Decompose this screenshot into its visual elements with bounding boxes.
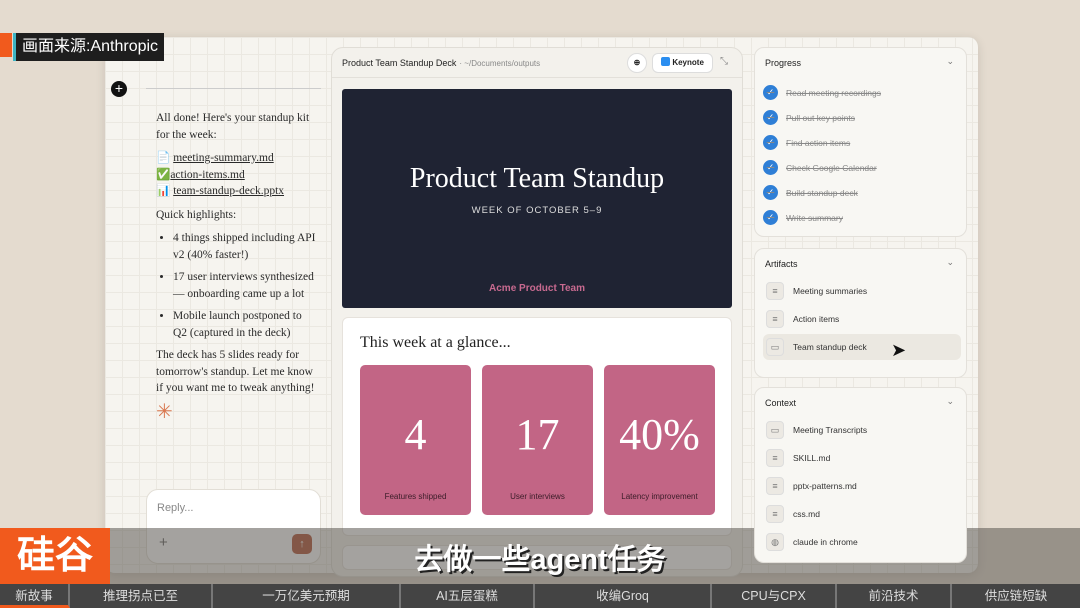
check-icon: ✓: [763, 85, 778, 100]
document-icon: ≡: [766, 310, 784, 328]
stat-card: 4 Features shipped: [360, 365, 471, 515]
ticker-item[interactable]: 收编Groq: [535, 584, 712, 608]
chevron-down-icon[interactable]: ⌄: [946, 56, 954, 67]
new-chat-button[interactable]: +: [111, 81, 127, 97]
context-item[interactable]: ≡ css.md: [763, 501, 961, 527]
title-slide: Product Team Standup WEEK OF OCTOBER 5–9…: [342, 89, 732, 308]
stat-value: 17: [515, 410, 560, 459]
slides-icon: ▭: [766, 338, 784, 356]
ticker-item[interactable]: 一万亿美元预期: [213, 584, 401, 608]
stat-label: User interviews: [510, 492, 565, 501]
file-link[interactable]: team-standup-deck.pptx: [173, 185, 284, 197]
progress-item: Pull out key points: [786, 112, 855, 123]
check-icon: ✓: [763, 135, 778, 150]
keynote-icon: [661, 57, 671, 66]
banner-accent: [0, 33, 12, 57]
ticker-item[interactable]: 供应链短缺: [952, 584, 1080, 608]
progress-item: Find action items: [786, 137, 851, 148]
slide-subtitle: WEEK OF OCTOBER 5–9: [471, 205, 603, 216]
chart-icon: 📊: [156, 185, 171, 197]
context-item[interactable]: ≡ pptx-patterns.md: [763, 473, 961, 499]
artifact-label: Action items: [793, 314, 840, 324]
artifact-item[interactable]: ▭ Team standup deck ➤: [763, 334, 961, 360]
file-link[interactable]: meeting-summary.md: [173, 152, 274, 164]
context-label: SKILL.md: [793, 453, 831, 463]
context-item[interactable]: ▭ Meeting Transcripts: [763, 417, 961, 443]
outro-text: The deck has 5 slides ready for tomorrow…: [156, 349, 315, 394]
source-banner: 画面来源:Anthropic: [13, 33, 165, 61]
ticker-item[interactable]: 推理拐点已至: [70, 584, 213, 608]
video-subtitle: 去做一些agent任务: [414, 544, 666, 576]
progress-item: Check Google Calendar: [786, 162, 877, 173]
progress-item: Write summary: [786, 212, 843, 223]
ticker-item[interactable]: AI五层蛋糕: [401, 584, 535, 608]
comment-button[interactable]: ⊕: [627, 53, 647, 73]
preview-title: Product Team Standup Deck: [342, 58, 457, 68]
highlight-item: Mobile launch postponed to Q2 (captured …: [173, 308, 316, 341]
file-link[interactable]: action-items.md: [170, 169, 244, 181]
progress-item: Build standup deck: [786, 187, 858, 198]
ticker-item[interactable]: CPU与CPX: [712, 584, 837, 608]
slide-team: Acme Product Team: [489, 283, 585, 294]
check-icon: ✅: [156, 168, 171, 181]
intro-text: All done! Here's your standup kit for th…: [156, 112, 310, 141]
document-icon: ≡: [766, 449, 784, 467]
stat-value: 4: [404, 410, 427, 459]
folder-icon: ▭: [766, 421, 784, 439]
check-icon: ✓: [763, 210, 778, 225]
open-in-keynote-button[interactable]: Keynote: [652, 53, 713, 73]
progress-panel: Progress ⌄ ✓ Read meeting recordings ✓ Pul…: [754, 47, 967, 237]
claude-spark-icon: ✳: [156, 400, 173, 423]
stat-label: Features shipped: [384, 492, 447, 501]
check-icon: ✓: [763, 110, 778, 125]
preview-header: Product Team Standup Deck · ~/Documents/o…: [332, 48, 742, 78]
slide-heading: This week at a glance...: [360, 334, 511, 351]
highlight-item: 17 user interviews synthesized — onboard…: [173, 269, 316, 302]
context-title: Context: [765, 398, 797, 408]
stat-card: 17 User interviews: [482, 365, 593, 515]
stat-label: Latency improvement: [621, 492, 698, 501]
artifact-label: Team standup deck: [793, 342, 867, 352]
ticker-item[interactable]: 新故事: [0, 584, 70, 608]
progress-item: Read meeting recordings: [786, 87, 881, 98]
channel-logo: 硅谷: [0, 528, 110, 584]
slide-title: Product Team Standup: [409, 163, 665, 194]
artifact-item[interactable]: ≡ Action items: [763, 306, 961, 332]
chevron-down-icon[interactable]: ⌄: [946, 257, 954, 268]
highlights-title: Quick highlights:: [156, 208, 237, 221]
context-item[interactable]: ≡ SKILL.md: [763, 445, 961, 471]
stat-value: 40%: [619, 410, 700, 459]
document-icon: ≡: [766, 505, 784, 523]
check-icon: ✓: [763, 185, 778, 200]
reply-input[interactable]: Reply...: [157, 502, 193, 514]
preview-panel: Product Team Standup Deck · ~/Documents/o…: [331, 47, 743, 577]
stat-card: 40% Latency improvement: [604, 365, 715, 515]
artifact-label: Meeting summaries: [793, 286, 868, 296]
highlight-item: 4 things shipped including API v2 (40% f…: [173, 230, 316, 263]
ticker-item[interactable]: 前沿技术: [837, 584, 952, 608]
divider: [146, 88, 321, 89]
chat-message: All done! Here's your standup kit for th…: [156, 110, 316, 423]
artifacts-title: Artifacts: [765, 259, 798, 269]
file-icon: 📄: [156, 152, 171, 164]
glance-slide: This week at a glance... 4 Features shipp…: [342, 317, 732, 536]
keynote-label: Keynote: [672, 58, 704, 67]
document-icon: ≡: [766, 477, 784, 495]
collapse-icon[interactable]: ⤡: [720, 56, 728, 67]
topic-ticker: 新故事 推理拐点已至 一万亿美元预期 AI五层蛋糕 收编Groq CPU与CPX…: [0, 584, 1080, 608]
context-label: pptx-patterns.md: [793, 481, 857, 491]
artifacts-panel: Artifacts ⌄ ≡ Meeting summaries ≡ Action i…: [754, 248, 967, 378]
artifact-item[interactable]: ≡ Meeting summaries: [763, 278, 961, 304]
document-icon: ≡: [766, 282, 784, 300]
check-icon: ✓: [763, 160, 778, 175]
mouse-cursor-icon: ➤: [891, 340, 907, 360]
chevron-down-icon[interactable]: ⌄: [946, 396, 954, 407]
preview-path: · ~/Documents/outputs: [459, 59, 541, 68]
progress-title: Progress: [765, 58, 802, 68]
context-label: Meeting Transcripts: [793, 425, 868, 435]
context-label: css.md: [793, 509, 820, 519]
